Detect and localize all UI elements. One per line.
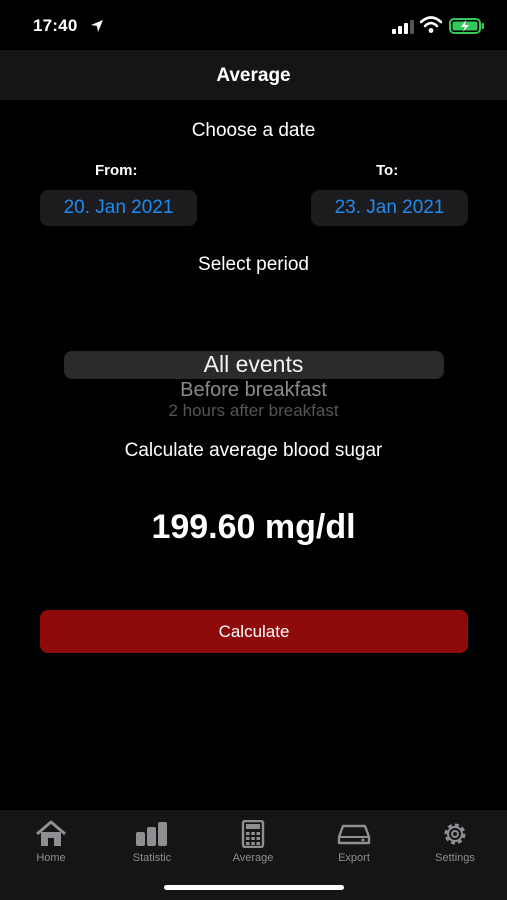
tab-label: Export — [338, 852, 370, 864]
tab-label: Home — [36, 852, 66, 864]
drive-icon — [337, 824, 371, 845]
tab-label: Statistic — [132, 852, 172, 864]
tab-label: Average — [232, 852, 274, 864]
from-date-picker[interactable]: 20. Jan 2021 — [40, 190, 197, 226]
battery-charging-icon — [449, 18, 484, 34]
status-time: 17:40 — [33, 16, 78, 35]
to-label: To: — [376, 162, 399, 179]
cellular-signal-icon — [392, 20, 414, 34]
calculate-button[interactable]: Calculate — [40, 610, 468, 653]
gear-icon — [444, 823, 466, 845]
page-title: Average — [216, 65, 291, 86]
tab-average[interactable]: Average — [208, 820, 298, 864]
home-icon — [36, 820, 66, 846]
picker-option-selected[interactable]: All events — [0, 351, 507, 378]
home-indicator[interactable] — [164, 885, 344, 890]
average-result-value: 199.60 mg/dl — [151, 508, 356, 546]
location-arrow-icon — [91, 20, 103, 32]
wifi-icon — [420, 16, 442, 33]
tab-home[interactable]: Home — [6, 820, 96, 864]
picker-fade-clip: 2 hours after breakfast — [0, 399, 507, 416]
tab-label: Settings — [435, 852, 475, 864]
average-label: Calculate average blood sugar — [124, 440, 383, 461]
choose-date-heading: Choose a date — [191, 120, 316, 141]
select-period-heading: Select period — [198, 254, 309, 275]
bar-chart-icon — [136, 822, 167, 846]
tab-settings[interactable]: Settings — [410, 820, 500, 864]
navigation-bar: Average — [0, 50, 507, 100]
to-date-picker[interactable]: 23. Jan 2021 — [311, 190, 468, 226]
from-label: From: — [95, 162, 138, 179]
calculator-icon — [241, 820, 265, 848]
status-bar: 17:40 — [0, 0, 507, 50]
tab-export[interactable]: Export — [309, 820, 399, 864]
picker-option[interactable]: 2 hours after breakfast — [0, 401, 507, 416]
tab-statistic[interactable]: Statistic — [107, 820, 197, 864]
